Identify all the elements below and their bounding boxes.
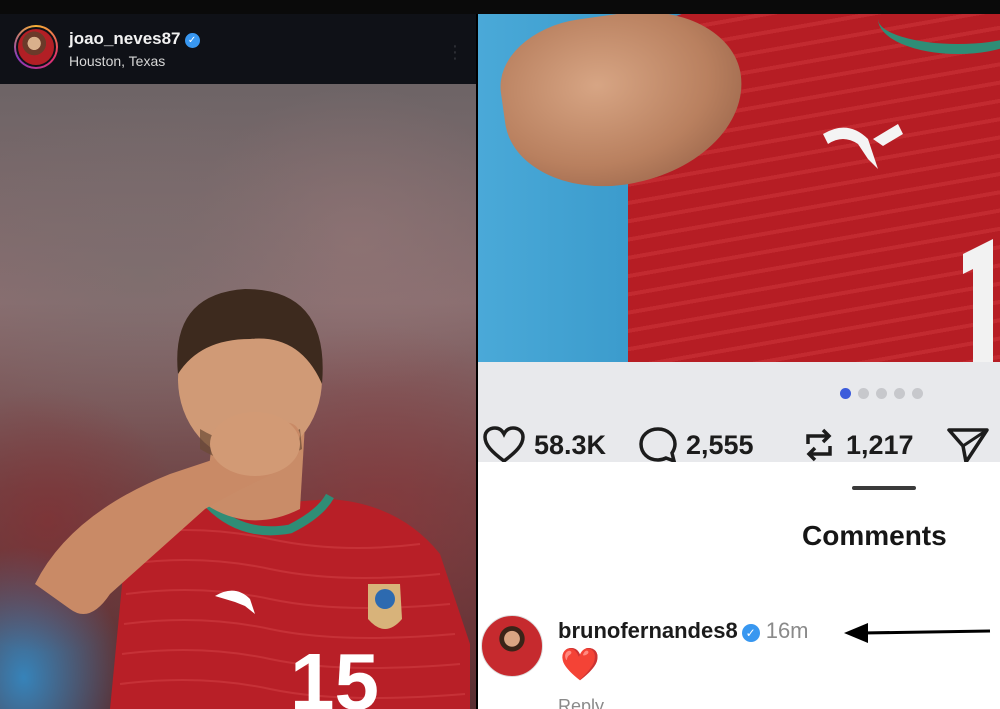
comments-title: Comments xyxy=(802,520,947,551)
carousel-dot xyxy=(912,388,923,399)
top-strip xyxy=(0,0,1000,14)
user-avatar[interactable] xyxy=(14,25,58,69)
repost-count: 1,217 xyxy=(846,429,914,460)
jersey-number-fragment xyxy=(963,239,993,362)
comments-sheet: Comments brunofernandes8 ✓ 16m ❤️ Reply xyxy=(478,462,1000,709)
puma-logo-icon xyxy=(823,124,903,169)
player-illustration: 15 xyxy=(35,289,470,709)
send-icon[interactable] xyxy=(946,426,990,464)
share-action[interactable] xyxy=(946,426,990,464)
carousel-dot xyxy=(876,388,887,399)
actions-row: 58.3K 2,555 1,217 xyxy=(478,426,1000,464)
comment-header: brunofernandes8 ✓ 16m xyxy=(558,618,809,644)
carousel-dot xyxy=(894,388,905,399)
post-photo[interactable]: 15 xyxy=(0,84,476,709)
carousel-indicator xyxy=(840,388,923,399)
post-header: joao_neves87 ✓ Houston, Texas ⋮ xyxy=(0,14,476,84)
svg-text:15: 15 xyxy=(290,637,379,709)
post-location[interactable]: Houston, Texas xyxy=(69,53,165,69)
commenter-username[interactable]: brunofernandes8 xyxy=(558,618,738,643)
left-post: joao_neves87 ✓ Houston, Texas ⋮ 15 xyxy=(0,14,476,709)
post-action-bar: 58.3K 2,555 1,217 xyxy=(478,362,1000,464)
more-dots-icon[interactable]: ⋮ xyxy=(446,42,464,63)
repost-icon[interactable] xyxy=(800,426,838,464)
comment-text: ❤️ xyxy=(560,646,600,682)
comment-count: 2,555 xyxy=(686,429,754,460)
heart-icon[interactable] xyxy=(482,426,526,464)
username[interactable]: joao_neves87 xyxy=(69,29,181,48)
zoomed-post-photo[interactable] xyxy=(478,14,1000,362)
commenter-avatar[interactable] xyxy=(481,615,543,677)
carousel-dot xyxy=(858,388,869,399)
verified-badge-icon: ✓ xyxy=(741,624,760,642)
username-row[interactable]: joao_neves87 ✓ xyxy=(69,29,200,49)
comment-bubble-icon[interactable] xyxy=(638,426,678,464)
sheet-drag-handle[interactable] xyxy=(852,486,916,490)
carousel-dot-active xyxy=(840,388,851,399)
like-count: 58.3K xyxy=(534,429,607,460)
left-arrow-annotation-icon xyxy=(844,623,991,643)
comment-timestamp: 16m xyxy=(765,618,809,643)
right-post: 58.3K 2,555 1,217 Comments brunofernande… xyxy=(478,14,1000,709)
like-action[interactable]: 58.3K xyxy=(482,426,606,464)
comment-action[interactable]: 2,555 xyxy=(638,426,754,464)
verified-badge-icon: ✓ xyxy=(184,33,200,48)
reply-button[interactable]: Reply xyxy=(558,696,604,709)
repost-action[interactable]: 1,217 xyxy=(800,426,914,464)
